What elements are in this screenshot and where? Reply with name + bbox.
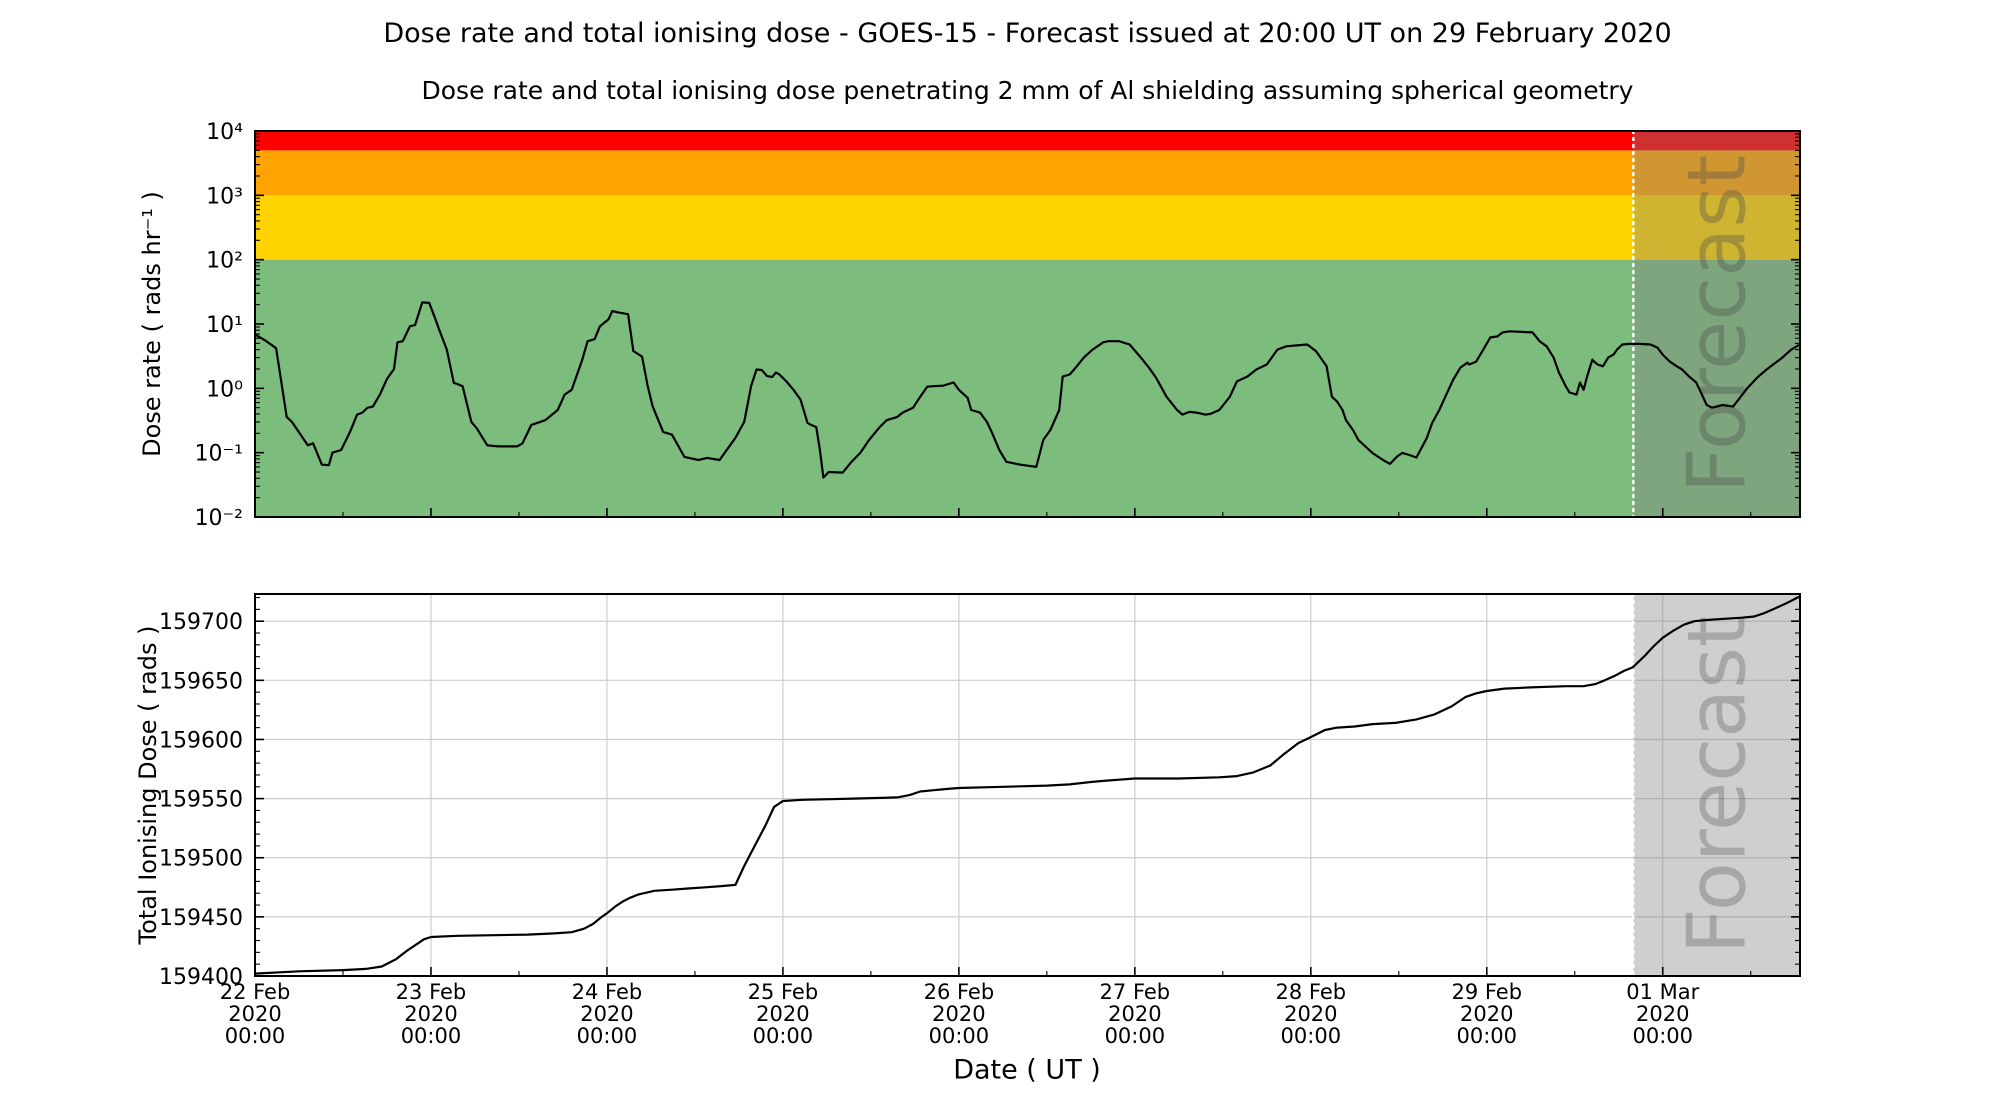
figure: Forecast 10⁴ 10³ 10² 10¹ 10⁰ 10⁻¹ 10⁻² Forecast 1… <box>0 0 2000 1100</box>
x-tick-label: 00:00 <box>1281 1024 1342 1048</box>
x-tick-label: 29 Feb <box>1451 980 1522 1004</box>
x-tick-label: 23 Feb <box>396 980 467 1004</box>
x-tick-label: 00:00 <box>401 1024 462 1048</box>
x-tick-label: 01 Mar <box>1626 980 1699 1004</box>
x-tick-label: 00:00 <box>577 1024 638 1048</box>
x-tick-label: 2020 <box>228 1002 281 1026</box>
chart-subtitle: Dose rate and total ionising dose penetr… <box>421 76 1634 105</box>
x-tick-label: 2020 <box>1108 1002 1161 1026</box>
x-tick-label: 00:00 <box>1457 1024 1518 1048</box>
y-tick-label: 10⁰ <box>206 377 243 402</box>
x-tick-label: 00:00 <box>1105 1024 1166 1048</box>
y-tick-label: 10⁻¹ <box>195 442 243 467</box>
y-tick-label: 10⁻² <box>195 506 243 531</box>
x-tick-label: 2020 <box>1460 1002 1513 1026</box>
x-tick-label: 26 Feb <box>924 980 995 1004</box>
x-tick-label: 25 Feb <box>748 980 819 1004</box>
total-dose-y-axis-label: Total Ionising Dose ( rads ) <box>134 625 162 945</box>
dose-band-3 <box>255 131 1800 151</box>
y-tick-label: 10³ <box>206 184 243 209</box>
y-tick-label: 159550 <box>159 788 243 813</box>
total-dose-panel-bg <box>255 594 1800 976</box>
x-tick-label: 00:00 <box>225 1024 286 1048</box>
x-tick-label: 28 Feb <box>1276 980 1347 1004</box>
x-tick-label: 27 Feb <box>1100 980 1171 1004</box>
y-tick-label: 159450 <box>159 906 243 931</box>
y-tick-label: 10¹ <box>206 313 243 338</box>
x-tick-label: 22 Feb <box>220 980 291 1004</box>
x-tick-label: 2020 <box>756 1002 809 1026</box>
y-tick-label: 159650 <box>159 669 243 694</box>
chart-title: Dose rate and total ionising dose - GOES… <box>383 18 1672 49</box>
chart-canvas: Forecast 10⁴ 10³ 10² 10¹ 10⁰ 10⁻¹ 10⁻² Forecast 1… <box>159 120 1802 1048</box>
dose-band-2 <box>255 150 1800 196</box>
y-tick-label: 159600 <box>159 728 243 753</box>
x-tick-label: 24 Feb <box>572 980 643 1004</box>
x-tick-label: 2020 <box>404 1002 457 1026</box>
x-tick-label: 2020 <box>580 1002 633 1026</box>
x-tick-label: 2020 <box>932 1002 985 1026</box>
dose-rate-y-axis-label: Dose rate ( rads hr⁻¹ ) <box>138 191 166 457</box>
dose-band-1 <box>255 195 1800 260</box>
forecast-watermark-top: Forecast <box>1671 155 1764 494</box>
y-tick-label: 10² <box>206 249 243 274</box>
x-tick-label: 2020 <box>1636 1002 1689 1026</box>
forecast-watermark-bottom: Forecast <box>1671 616 1764 955</box>
x-axis-label: Date ( UT ) <box>953 1054 1101 1086</box>
x-tick-label: 00:00 <box>1632 1024 1693 1048</box>
y-tick-label: 10⁴ <box>206 120 243 145</box>
y-tick-label: 159700 <box>159 610 243 635</box>
x-tick-label: 00:00 <box>929 1024 990 1048</box>
x-tick-label: 00:00 <box>753 1024 814 1048</box>
y-tick-label: 159500 <box>159 847 243 872</box>
x-tick-label: 2020 <box>1284 1002 1337 1026</box>
